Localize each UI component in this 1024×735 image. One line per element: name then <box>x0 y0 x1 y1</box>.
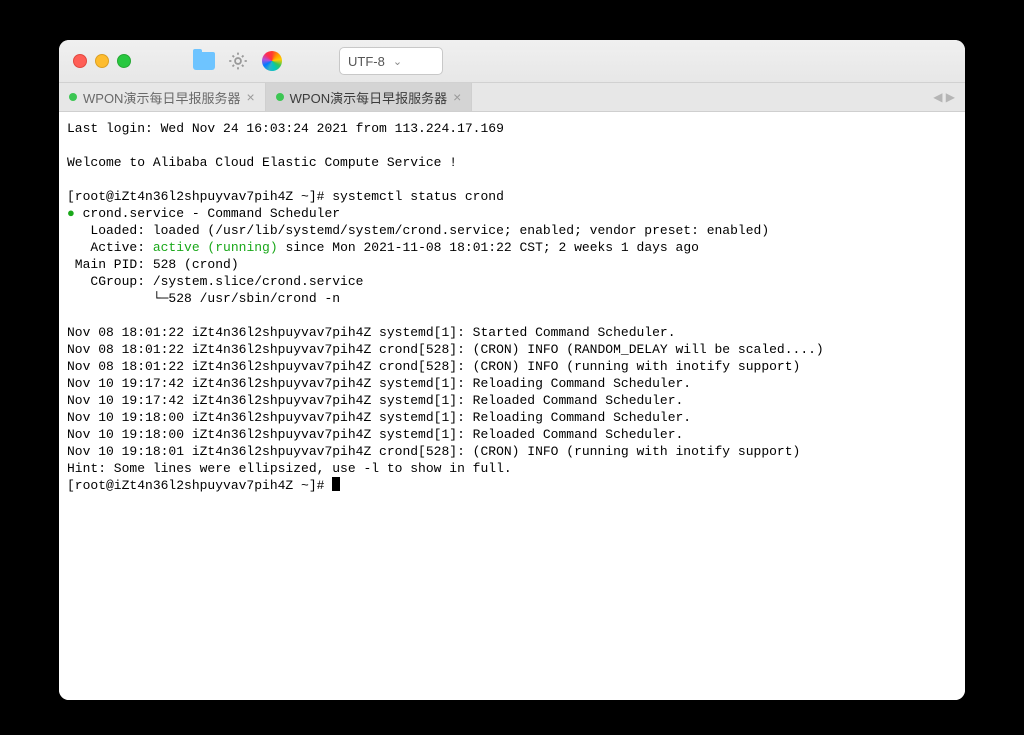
titlebar: UTF-8 ⌄ <box>59 40 965 83</box>
encoding-select[interactable]: UTF-8 ⌄ <box>339 47 443 75</box>
log-line: Nov 08 18:01:22 iZt4n36l2shpuyvav7pih4Z … <box>67 325 676 340</box>
folder-icon[interactable] <box>193 50 215 72</box>
zoom-window-button[interactable] <box>117 54 131 68</box>
line-cgroup-2: └─528 /usr/sbin/crond -n <box>67 291 340 306</box>
line-service: ● crond.service - Command Scheduler <box>67 206 340 221</box>
cursor <box>332 477 340 491</box>
line-prompt-1: [root@iZt4n36l2shpuyvav7pih4Z ~]# system… <box>67 189 504 204</box>
log-line: Nov 08 18:01:22 iZt4n36l2shpuyvav7pih4Z … <box>67 342 824 357</box>
tab-label: WPON演示每日早报服务器 <box>290 88 447 107</box>
line-last-login: Last login: Wed Nov 24 16:03:24 2021 fro… <box>67 121 504 136</box>
close-tab-icon[interactable]: × <box>246 90 254 104</box>
minimize-window-button[interactable] <box>95 54 109 68</box>
line-prompt-2: [root@iZt4n36l2shpuyvav7pih4Z ~]# <box>67 478 340 493</box>
line-active: Active: active (running) since Mon 2021-… <box>67 240 699 255</box>
log-line: Nov 08 18:01:22 iZt4n36l2shpuyvav7pih4Z … <box>67 359 800 374</box>
tab-session-1[interactable]: WPON演示每日早报服务器 × <box>59 83 266 111</box>
log-line: Nov 10 19:18:00 iZt4n36l2shpuyvav7pih4Z … <box>67 410 691 425</box>
gear-icon[interactable] <box>227 50 249 72</box>
close-window-button[interactable] <box>73 54 87 68</box>
line-main-pid: Main PID: 528 (crond) <box>67 257 239 272</box>
close-tab-icon[interactable]: × <box>453 90 461 104</box>
tab-scroll-arrows[interactable]: ◀ ▶ <box>923 83 965 111</box>
tab-label: WPON演示每日早报服务器 <box>83 88 240 107</box>
tab-session-2[interactable]: WPON演示每日早报服务器 × <box>266 83 473 111</box>
tabbar: WPON演示每日早报服务器 × WPON演示每日早报服务器 × ◀ ▶ <box>59 83 965 112</box>
log-line: Nov 10 19:18:00 iZt4n36l2shpuyvav7pih4Z … <box>67 427 683 442</box>
encoding-label: UTF-8 <box>348 54 385 69</box>
window-controls <box>73 54 131 68</box>
chevron-down-icon: ⌄ <box>393 55 402 68</box>
line-loaded: Loaded: loaded (/usr/lib/systemd/system/… <box>67 223 769 238</box>
log-line: Nov 10 19:18:01 iZt4n36l2shpuyvav7pih4Z … <box>67 444 800 459</box>
toolbar-icons <box>193 50 283 72</box>
color-picker-icon[interactable] <box>261 50 283 72</box>
line-welcome: Welcome to Alibaba Cloud Elastic Compute… <box>67 155 457 170</box>
terminal-output[interactable]: Last login: Wed Nov 24 16:03:24 2021 fro… <box>59 112 965 700</box>
log-line: Nov 10 19:17:42 iZt4n36l2shpuyvav7pih4Z … <box>67 376 691 391</box>
log-line: Nov 10 19:17:42 iZt4n36l2shpuyvav7pih4Z … <box>67 393 683 408</box>
status-dot-icon <box>276 93 284 101</box>
line-hint: Hint: Some lines were ellipsized, use -l… <box>67 461 512 476</box>
terminal-window: UTF-8 ⌄ WPON演示每日早报服务器 × WPON演示每日早报服务器 × … <box>59 40 965 700</box>
status-dot-icon <box>69 93 77 101</box>
line-cgroup-1: CGroup: /system.slice/crond.service <box>67 274 363 289</box>
